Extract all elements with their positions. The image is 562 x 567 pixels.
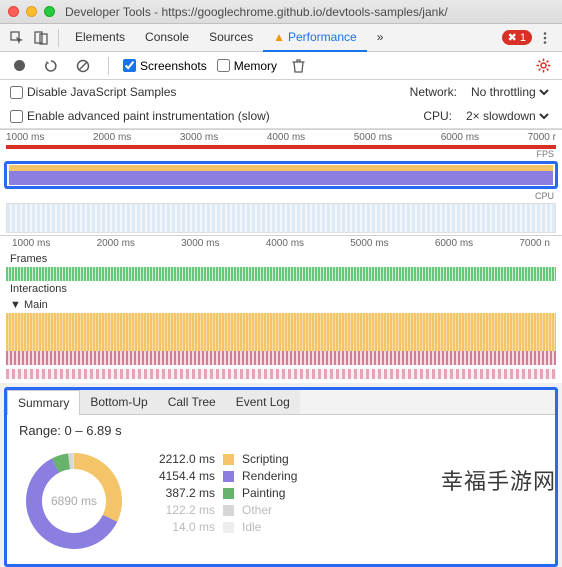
legend-row: 2212.0 ms Scripting (145, 452, 297, 466)
fps-label: FPS (0, 149, 562, 159)
record-icon[interactable] (8, 55, 30, 77)
frames-section-label: Frames (6, 251, 556, 267)
summary-body: 6890 ms 2212.0 ms Scripting 4154.4 ms Re… (7, 438, 555, 564)
enable-paint-label: Enable advanced paint instrumentation (s… (27, 109, 270, 123)
settings-row-1: Disable JavaScript Samples Network: No t… (0, 80, 562, 104)
window-titlebar: Developer Tools - https://googlechrome.g… (0, 0, 562, 24)
zoom-window-button[interactable] (44, 6, 55, 17)
tab-performance-label: Performance (288, 30, 357, 44)
flame-chart-area[interactable]: 1000 ms 2000 ms 3000 ms 4000 ms 5000 ms … (0, 236, 562, 383)
cpu-throttle-select[interactable]: 2× slowdown (462, 108, 552, 124)
traffic-lights (8, 6, 55, 17)
swatch-idle (223, 522, 234, 533)
reload-record-icon[interactable] (40, 55, 62, 77)
overview-timeline[interactable]: 1000 ms 2000 ms 3000 ms 4000 ms 5000 ms … (0, 129, 562, 236)
screenshots-checkbox[interactable]: Screenshots (123, 59, 207, 73)
devtools-main-toolbar: Elements Console Sources ▲Performance » … (0, 24, 562, 52)
screenshots-label: Screenshots (140, 59, 207, 73)
garbage-collect-icon[interactable] (287, 55, 309, 77)
legend-row: 14.0 ms Idle (145, 520, 297, 534)
screenshot-filmstrip[interactable] (6, 203, 556, 233)
donut-total-label: 6890 ms (19, 446, 129, 556)
main-thread-flame[interactable] (6, 313, 556, 365)
summary-tab-row: Summary Bottom-Up Call Tree Event Log (7, 390, 555, 415)
tab-bottom-up[interactable]: Bottom-Up (80, 390, 157, 414)
window-title: Developer Tools - https://googlechrome.g… (65, 5, 448, 19)
tab-summary[interactable]: Summary (7, 390, 80, 415)
range-text: Range: 0 – 6.89 s (7, 415, 555, 438)
swatch-other (223, 505, 234, 516)
enable-paint-checkbox[interactable]: Enable advanced paint instrumentation (s… (10, 109, 270, 123)
legend-row: 122.2 ms Other (145, 503, 297, 517)
performance-toolbar: Screenshots Memory (0, 52, 562, 80)
tab-sources[interactable]: Sources (199, 24, 263, 52)
main-tab-row: Elements Console Sources ▲Performance » (65, 24, 393, 52)
legend-row: 387.2 ms Painting (145, 486, 297, 500)
error-count-badge[interactable]: ✖ 1 (502, 30, 532, 45)
device-toolbar-icon[interactable] (30, 27, 52, 49)
swatch-painting (223, 488, 234, 499)
memory-label: Memory (234, 59, 277, 73)
minimize-window-button[interactable] (26, 6, 37, 17)
inspect-element-icon[interactable] (6, 27, 28, 49)
cpu-label: CPU (0, 191, 562, 201)
cpu-highlight-box (4, 161, 558, 189)
network-label: Network: (410, 85, 457, 99)
kebab-menu-icon[interactable] (534, 27, 556, 49)
time-breakdown-donut: 6890 ms (19, 446, 129, 556)
interactions-section-label: Interactions (6, 281, 556, 297)
overview-ruler: 1000 ms 2000 ms 3000 ms 4000 ms 5000 ms … (0, 130, 562, 145)
tab-call-tree[interactable]: Call Tree (158, 390, 226, 414)
memory-checkbox[interactable]: Memory (217, 59, 277, 73)
legend-row: 4154.4 ms Rendering (145, 469, 297, 483)
toolbar-divider (58, 29, 59, 47)
watermark-text: 幸福手游网 (441, 464, 556, 496)
tab-event-log[interactable]: Event Log (226, 390, 300, 414)
disable-js-checkbox[interactable]: Disable JavaScript Samples (10, 85, 176, 99)
main-section-label[interactable]: ▼ Main (6, 297, 556, 313)
swatch-rendering (223, 471, 234, 482)
swatch-scripting (223, 454, 234, 465)
tab-elements[interactable]: Elements (65, 24, 135, 52)
clear-icon[interactable] (72, 55, 94, 77)
network-throttle-select[interactable]: No throttling (467, 84, 552, 100)
close-window-button[interactable] (8, 6, 19, 17)
flame-ruler: 1000 ms 2000 ms 3000 ms 4000 ms 5000 ms … (6, 236, 556, 251)
warning-icon: ▲ (273, 30, 285, 44)
tab-performance[interactable]: ▲Performance (263, 24, 367, 52)
cpu-label: CPU: (423, 109, 452, 123)
disable-js-label: Disable JavaScript Samples (27, 85, 176, 99)
raster-band[interactable] (6, 369, 556, 379)
frames-band[interactable] (6, 267, 556, 281)
tab-overflow-button[interactable]: » (367, 24, 394, 52)
settings-gear-icon[interactable] (532, 55, 554, 77)
settings-row-2: Enable advanced paint instrumentation (s… (0, 104, 562, 128)
donut-legend: 2212.0 ms Scripting 4154.4 ms Rendering … (145, 452, 297, 556)
cpu-band (9, 165, 553, 185)
tab-console[interactable]: Console (135, 24, 199, 52)
